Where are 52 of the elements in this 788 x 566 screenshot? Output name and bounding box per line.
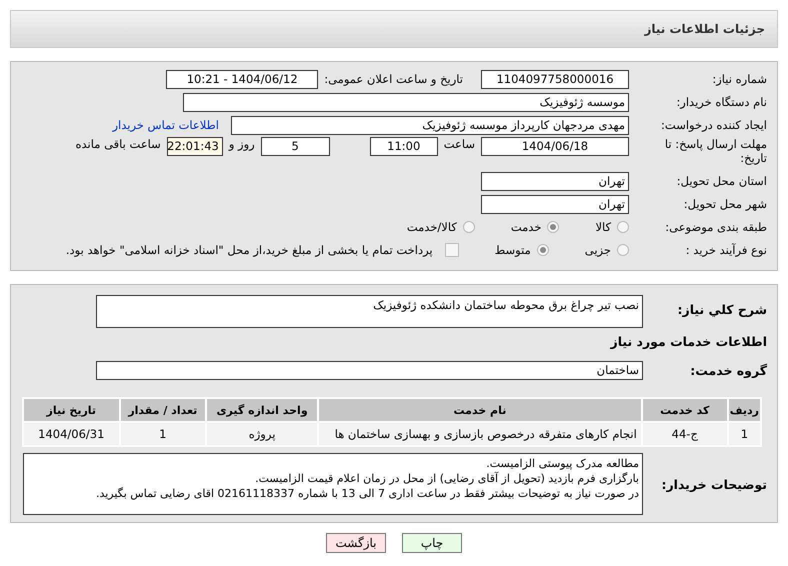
table-cell: 1 (120, 423, 206, 445)
requester-field: مهدی مردجهان کارپرداز موسسه ژئوفیزیک (231, 116, 629, 134)
process-radio[interactable]: متوسط (494, 243, 549, 257)
column-header: واحد اندازه گیری (207, 399, 318, 421)
table-cell: پروژه (207, 423, 318, 445)
city-field: تهران (481, 194, 629, 214)
field-label: شماره نیاز: (711, 72, 767, 86)
need-number-field: 1104097758000016 (481, 70, 629, 88)
remaining-time-field: 22:01:43 (166, 137, 223, 156)
table-cell: ج-44 (642, 423, 727, 445)
table-cell: 1 (728, 423, 760, 445)
remaining-label: ساعت باقی مانده (76, 137, 161, 151)
back-button[interactable]: بازگشت (326, 533, 386, 553)
field-label: نام دستگاه خریدار: (675, 95, 767, 109)
service-group-field: ساختمان (96, 360, 643, 380)
field-label: نوع فرآیند خرید : (684, 243, 767, 257)
payment-checkbox[interactable] (444, 243, 459, 257)
deadline-date-field: 1404/06/18 (481, 137, 629, 156)
category-radio[interactable]: خدمت (510, 220, 560, 234)
field-label: طبقه بندی موضوعی: (664, 220, 767, 234)
announce-datetime-field: 1404/06/12 - 10:21 (166, 70, 318, 88)
time-label: ساعت (444, 137, 475, 151)
category-radio[interactable]: کالا/خدمت (406, 220, 475, 234)
days-label: روز و (228, 137, 255, 151)
column-header: تعداد / مقدار (120, 399, 206, 421)
field-label: شهر محل تحویل: (682, 197, 767, 211)
field-label: مهلت ارسال پاسخ: تا تاریخ: (664, 137, 767, 165)
buyer-contact-link[interactable]: اطلاعات تماس خریدار (112, 118, 219, 132)
province-field: تهران (481, 172, 629, 190)
field-label: استان محل تحویل: (676, 174, 767, 188)
buyer-notes-field: مطالعه مدرک پیوستی الزامیست. بارگزاری فرم بازدید (تحویل از آقای رضایی) از محل در زمان اعلام قیمت الزامیست. در صورت نیاز به توضیحات بیشتر فقط در ساعت اداری 7 الی 13 با شماره 02161118337 اقای رضایی تماس بگیرید. (23, 453, 643, 515)
buyer-org-field: موسسه ژئوفیزیک (183, 92, 629, 112)
table-cell: 1404/06/31 (24, 423, 119, 445)
process-radio[interactable]: جزیی (584, 243, 629, 257)
column-header: نام خدمت (319, 399, 641, 421)
field-label: ایجاد کننده درخواست: (660, 118, 767, 132)
page-title: جزئیات اطلاعات نیاز (644, 22, 765, 36)
column-header: تاریخ نیاز (24, 399, 119, 421)
column-header: ردیف (728, 399, 760, 421)
column-header: کد خدمت (642, 399, 727, 421)
field-label: گروه خدمت: (689, 362, 767, 378)
section-heading: اطلاعات خدمات مورد نیاز (609, 334, 767, 349)
days-field: 5 (260, 137, 330, 156)
description-field: نصب تیر چراغ برق محوطه ساختمان دانشکده ژئوفیزیک (96, 295, 643, 328)
field-label: شرح کلي نياز: (676, 302, 767, 317)
deadline-time-field: 11:00 (370, 137, 438, 156)
table-cell: انجام کارهای متفرقه درخصوص بازسازی و بهسازی ساختمان ها (319, 423, 641, 445)
print-button[interactable]: چاپ (402, 533, 462, 553)
category-radio[interactable]: کالا (595, 220, 629, 234)
payment-label: پرداخت تمام یا بخشی از مبلغ خرید،از محل "اسناد خزانه اسلامی" خواهد بود. (66, 243, 433, 257)
field-label: تاریخ و ساعت اعلان عمومی: (324, 72, 463, 86)
field-label: توضیحات خریدار: (660, 476, 767, 492)
